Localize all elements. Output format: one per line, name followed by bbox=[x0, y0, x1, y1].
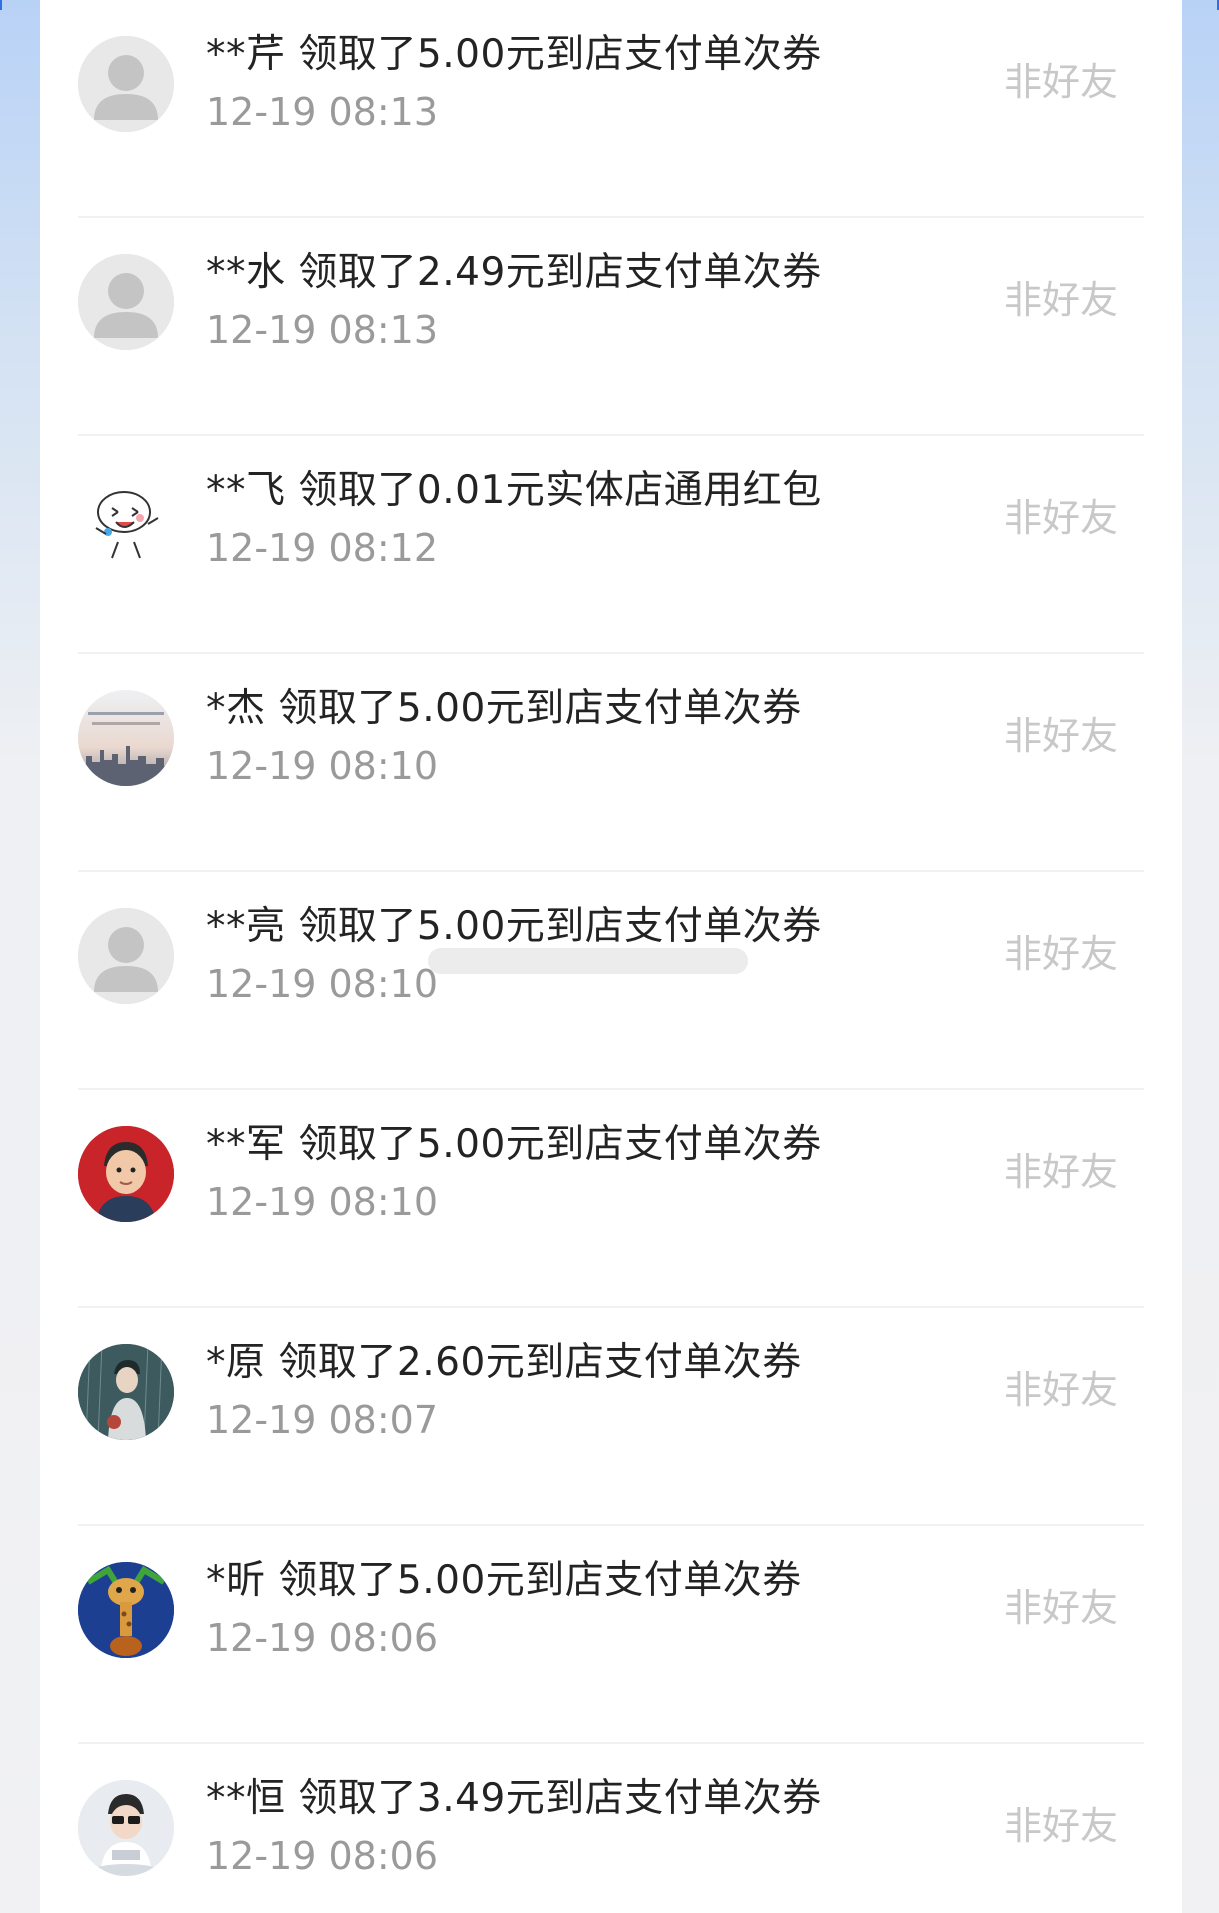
friend-status: 非好友 bbox=[1003, 932, 1118, 976]
watermark-overlay bbox=[428, 948, 748, 974]
user-name: **恒 bbox=[206, 1776, 286, 1821]
claim-time: 12-19 08:06 bbox=[206, 1834, 439, 1878]
child-photo-avatar bbox=[78, 1780, 174, 1876]
window-edge-marker bbox=[0, 0, 2, 10]
claim-action: 领取了3.49元到店支付单次券 bbox=[298, 1776, 822, 1821]
claim-time: 12-19 08:10 bbox=[206, 962, 439, 1006]
claim-time: 12-19 08:13 bbox=[206, 90, 439, 134]
user-name: **飞 bbox=[206, 468, 286, 513]
giraffe-avatar bbox=[78, 1562, 174, 1658]
claim-action: 领取了5.00元到店支付单次券 bbox=[298, 1122, 822, 1167]
claim-text: **亮 领取了5.00元到店支付单次券 bbox=[206, 902, 822, 952]
list-item[interactable]: *原 领取了2.60元到店支付单次券 12-19 08:07 非好友 bbox=[40, 1308, 1182, 1526]
claim-action: 领取了5.00元到店支付单次券 bbox=[278, 686, 802, 731]
claim-action: 领取了2.49元到店支付单次券 bbox=[298, 250, 822, 295]
claim-text: **水 领取了2.49元到店支付单次券 bbox=[206, 248, 822, 298]
list-item[interactable]: **亮 领取了5.00元到店支付单次券 12-19 08:10 非好友 bbox=[40, 872, 1182, 1090]
claim-text: *杰 领取了5.00元到店支付单次券 bbox=[206, 684, 802, 734]
claim-action: 领取了5.00元到店支付单次券 bbox=[298, 904, 822, 949]
user-name: **芹 bbox=[206, 32, 286, 77]
user-name: *杰 bbox=[206, 686, 266, 731]
rain-illustration-avatar bbox=[78, 1344, 174, 1440]
list-item[interactable]: **恒 领取了3.49元到店支付单次券 12-19 08:06 非好友 bbox=[40, 1744, 1182, 1913]
user-name: **水 bbox=[206, 250, 286, 295]
boy-red-avatar bbox=[78, 1126, 174, 1222]
list-item[interactable]: *昕 领取了5.00元到店支付单次券 12-19 08:06 非好友 bbox=[40, 1526, 1182, 1744]
default-avatar-icon bbox=[78, 908, 174, 1004]
claim-time: 12-19 08:10 bbox=[206, 744, 439, 788]
user-name: *原 bbox=[206, 1340, 266, 1385]
claim-action: 领取了5.00元到店支付单次券 bbox=[298, 32, 822, 77]
claim-action: 领取了2.60元到店支付单次券 bbox=[278, 1340, 802, 1385]
list-item[interactable]: **军 领取了5.00元到店支付单次券 12-19 08:10 非好友 bbox=[40, 1090, 1182, 1308]
list-item[interactable]: **飞 领取了0.01元实体店通用红包 12-19 08:12 非好友 bbox=[40, 436, 1182, 654]
claim-time: 12-19 08:06 bbox=[206, 1616, 439, 1660]
city-skyline-avatar bbox=[78, 690, 174, 786]
claim-time: 12-19 08:10 bbox=[206, 1180, 439, 1224]
friend-status: 非好友 bbox=[1003, 1804, 1118, 1848]
friend-status: 非好友 bbox=[1003, 714, 1118, 758]
claim-time: 12-19 08:13 bbox=[206, 308, 439, 352]
claim-text: *原 领取了2.60元到店支付单次券 bbox=[206, 1338, 802, 1388]
friend-status: 非好友 bbox=[1003, 1368, 1118, 1412]
friend-status: 非好友 bbox=[1003, 496, 1118, 540]
user-name: *昕 bbox=[206, 1558, 266, 1603]
friend-status: 非好友 bbox=[1003, 1586, 1118, 1630]
claim-action: 领取了0.01元实体店通用红包 bbox=[298, 468, 822, 513]
list-item[interactable]: *杰 领取了5.00元到店支付单次券 12-19 08:10 非好友 bbox=[40, 654, 1182, 872]
default-avatar-icon bbox=[78, 254, 174, 350]
claim-text: **恒 领取了3.49元到店支付单次券 bbox=[206, 1774, 822, 1824]
friend-status: 非好友 bbox=[1003, 1150, 1118, 1194]
claim-time: 12-19 08:07 bbox=[206, 1398, 439, 1442]
user-name: **亮 bbox=[206, 904, 286, 949]
claim-time: 12-19 08:12 bbox=[206, 526, 439, 570]
claim-action: 领取了5.00元到店支付单次券 bbox=[278, 1558, 802, 1603]
claim-text: **芹 领取了5.00元到店支付单次券 bbox=[206, 30, 822, 80]
friend-status: 非好友 bbox=[1003, 60, 1118, 104]
claim-text: **军 领取了5.00元到店支付单次券 bbox=[206, 1120, 822, 1170]
list-item[interactable]: **水 领取了2.49元到店支付单次券 12-19 08:13 非好友 bbox=[40, 218, 1182, 436]
claim-text: *昕 领取了5.00元到店支付单次券 bbox=[206, 1556, 802, 1606]
cartoon-avatar bbox=[78, 472, 174, 568]
user-name: **军 bbox=[206, 1122, 286, 1167]
claim-text: **飞 领取了0.01元实体店通用红包 bbox=[206, 466, 822, 516]
list-item[interactable]: **芹 领取了5.00元到店支付单次券 12-19 08:13 非好友 bbox=[40, 0, 1182, 218]
friend-status: 非好友 bbox=[1003, 278, 1118, 322]
default-avatar-icon bbox=[78, 36, 174, 132]
